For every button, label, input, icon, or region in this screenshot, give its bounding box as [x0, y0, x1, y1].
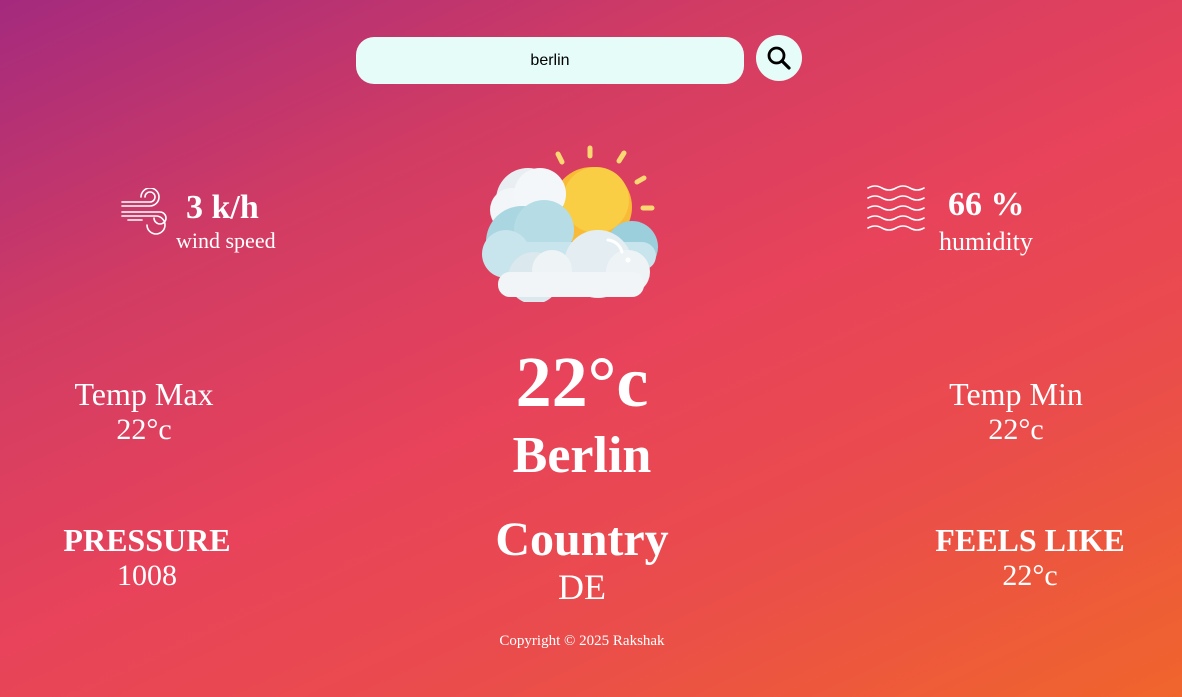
partly-cloudy-icon — [482, 145, 658, 302]
current-temperature: 22°c — [515, 342, 649, 422]
footer-copyright: Copyright © 2025 Rakshak — [499, 633, 665, 649]
country-label: Country — [495, 513, 669, 566]
pressure-block: PRESSURE 1008 — [17, 522, 277, 594]
humidity-value: 66 % — [948, 186, 1025, 223]
wind-icon — [121, 188, 167, 235]
humidity-label: humidity — [939, 227, 1033, 256]
pressure-label: PRESSURE — [63, 522, 231, 558]
city-name: Berlin — [512, 427, 652, 484]
temp-max-block: Temp Max 22°c — [14, 376, 274, 448]
wave-icon — [867, 185, 925, 231]
feels-like-label: FEELS LIKE — [935, 522, 1125, 558]
feels-like-value: 22°c — [1002, 559, 1058, 592]
feels-like-block: FEELS LIKE 22°c — [900, 522, 1160, 594]
country-code: DE — [558, 567, 606, 607]
wind-speed-value: 3 k/h — [186, 189, 259, 226]
temp-min-value: 22°c — [988, 413, 1044, 446]
search-button[interactable] — [756, 35, 802, 81]
search-input[interactable] — [356, 37, 744, 84]
wind-speed-label: wind speed — [176, 228, 276, 253]
temp-min-label: Temp Min — [949, 376, 1083, 412]
pressure-value: 1008 — [117, 559, 177, 592]
search-icon — [767, 46, 791, 70]
temp-min-block: Temp Min 22°c — [886, 376, 1146, 448]
temp-max-value: 22°c — [116, 413, 172, 446]
temp-max-label: Temp Max — [74, 376, 214, 412]
